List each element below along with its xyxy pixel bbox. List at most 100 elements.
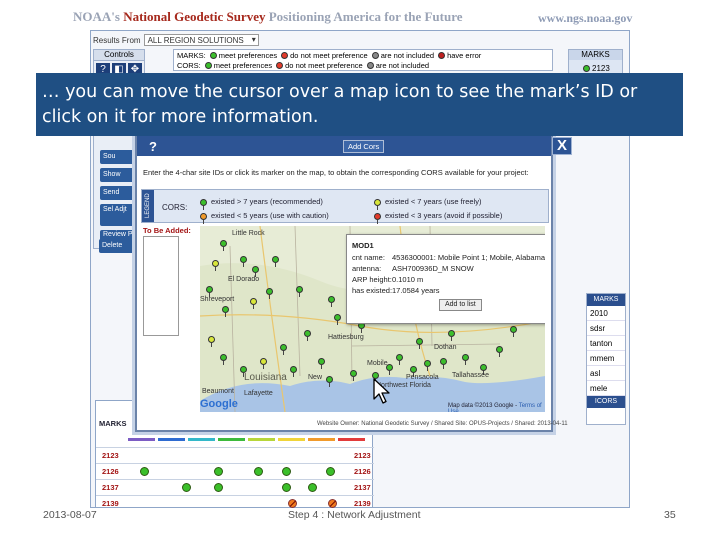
add-cors-button[interactable]: Add Cors [343, 140, 385, 153]
cors-marker-icon[interactable] [252, 266, 259, 277]
cors-marker-icon[interactable] [410, 366, 417, 377]
map-label-beaumont: Beaumont [202, 388, 234, 395]
legend-item: are not included [371, 51, 434, 60]
caption-banner: … you can move the cursor over a map ico… [36, 73, 683, 136]
status-dot[interactable] [308, 483, 317, 492]
list-item[interactable]: 2010 [587, 306, 625, 321]
status-dot[interactable] [328, 499, 337, 508]
list-item[interactable]: asl [587, 366, 625, 381]
slide-page-number: 35 [664, 509, 676, 521]
cors-legend: LEGEND CORS: existed > 7 years (recommen… [141, 189, 549, 224]
cors-marker-icon[interactable] [208, 336, 215, 347]
cors-marker-icon[interactable] [206, 286, 213, 297]
cors-marker-icon[interactable] [296, 286, 303, 297]
cors-marker-icon[interactable] [424, 360, 431, 371]
status-dot[interactable] [326, 467, 335, 476]
marks-list-header: MARKS [587, 294, 625, 306]
legend-item: are not included [366, 61, 429, 70]
status-dot[interactable] [182, 483, 191, 492]
cors-marker-icon[interactable] [212, 260, 219, 271]
info-row: cnt name: 4536300001: Mobile Point 1; Mob… [352, 253, 545, 262]
status-dot[interactable] [288, 499, 297, 508]
map-label-new-orleans: New [308, 374, 323, 381]
table-row[interactable]: 2126 2126 [96, 463, 374, 479]
to-be-added-label: To Be Added: [143, 226, 191, 235]
add-to-list-button[interactable]: Add to list [439, 299, 482, 311]
status-dot[interactable] [214, 467, 223, 476]
cors-marker-icon[interactable] [266, 288, 273, 299]
list-item[interactable]: sdsr [587, 321, 625, 336]
cors-marker-icon[interactable] [326, 376, 333, 387]
select-adjust-button[interactable]: Sel Adjt [100, 204, 140, 226]
cors-marker-icon[interactable] [350, 370, 357, 381]
source-button[interactable]: Sou [100, 150, 140, 164]
add-cors-dialog: ? Add Cors X Enter the 4-char site IDs o… [135, 134, 572, 432]
status-dot[interactable] [282, 467, 291, 476]
delete-button[interactable]: Delete [99, 239, 139, 253]
show-button[interactable]: Show [100, 168, 140, 182]
cors-marker-icon[interactable] [318, 358, 325, 369]
map-label-hattiesburg: Hattiesburg [328, 334, 364, 341]
cors-marker-icon[interactable] [250, 298, 257, 309]
legend-item: do not meet preference [281, 51, 368, 60]
cors-marker-icon[interactable] [462, 354, 469, 365]
slide-date: 2013-08-07 [43, 509, 97, 521]
dialog-toolbar: ? Add Cors [137, 136, 551, 156]
cors-marker-icon[interactable] [260, 358, 267, 369]
cors-marker-icon[interactable] [480, 364, 487, 375]
marks-panel-value[interactable]: 2123 [569, 64, 622, 73]
legend-item: existed < 5 years (use with caution) [200, 211, 329, 224]
send-button[interactable]: Send [100, 186, 140, 200]
cors-marker-icon[interactable] [220, 240, 227, 251]
map-legend: MARKS: meet preferences do not meet pref… [173, 49, 553, 71]
map-label-shreveport: Shreveport [200, 296, 235, 303]
status-dot[interactable] [254, 467, 263, 476]
cors-marker-icon[interactable] [240, 256, 247, 267]
cors-marker-icon[interactable] [280, 344, 287, 355]
cors-marker-icon[interactable] [272, 256, 279, 267]
row-id: 2139 [102, 499, 119, 508]
list-item[interactable]: mmem [587, 351, 625, 366]
color-bar-segment [308, 438, 335, 441]
close-button[interactable]: X [552, 137, 572, 155]
cors-marker-icon[interactable] [328, 296, 335, 307]
to-be-added-textarea[interactable] [143, 236, 179, 336]
cors-marker-icon[interactable] [220, 354, 227, 365]
cors-marker-icon[interactable] [416, 338, 423, 349]
marks-list: MARKS 2010 sdsr tanton mmem asl mele ICO… [586, 293, 626, 425]
status-dot[interactable] [214, 483, 223, 492]
green-pin-icon [200, 198, 207, 210]
table-row[interactable]: 2137 2137 [96, 479, 374, 495]
status-dot[interactable] [140, 467, 149, 476]
row-id-right: 2126 [354, 467, 371, 476]
results-bar: Results From ALL REGION SOLUTIONS [93, 33, 259, 47]
ngs-header: NOAA's National Geodetic Survey Position… [0, 0, 720, 28]
cors-marker-icon[interactable] [496, 346, 503, 357]
color-bar-segment [128, 438, 155, 441]
cors-marker-icon[interactable] [290, 366, 297, 377]
google-logo: Google [200, 398, 238, 410]
results-select[interactable]: ALL REGION SOLUTIONS [143, 34, 259, 46]
cors-marker-icon[interactable] [222, 306, 229, 317]
cors-legend-label: CORS: [162, 203, 188, 212]
list-item[interactable]: mele [587, 381, 625, 396]
table-row[interactable]: 2123 2123 [96, 447, 374, 463]
cors-marker-icon[interactable] [396, 354, 403, 365]
cors-marker-icon[interactable] [440, 358, 447, 369]
help-icon[interactable]: ? [149, 139, 157, 154]
color-bar-segment [338, 438, 365, 441]
list-item[interactable]: tanton [587, 336, 625, 351]
legend-item: meet preferences [209, 51, 277, 60]
status-dot[interactable] [282, 483, 291, 492]
marks-table-header: MARKS [99, 419, 127, 428]
ngs-url[interactable]: www.ngs.noaa.gov [538, 11, 632, 26]
cors-marker-icon[interactable] [334, 314, 341, 325]
cors-marker-icon[interactable] [304, 330, 311, 341]
slide-step: Step 4 : Network Adjustment [288, 509, 421, 521]
cors-marker-icon[interactable] [510, 326, 517, 337]
mouse-cursor-icon [373, 378, 390, 404]
mark-id: MOD1 [352, 241, 374, 250]
legend-item: meet preferences [204, 61, 272, 70]
row-id-right: 2137 [354, 483, 371, 492]
cors-marker-icon[interactable] [448, 330, 455, 341]
